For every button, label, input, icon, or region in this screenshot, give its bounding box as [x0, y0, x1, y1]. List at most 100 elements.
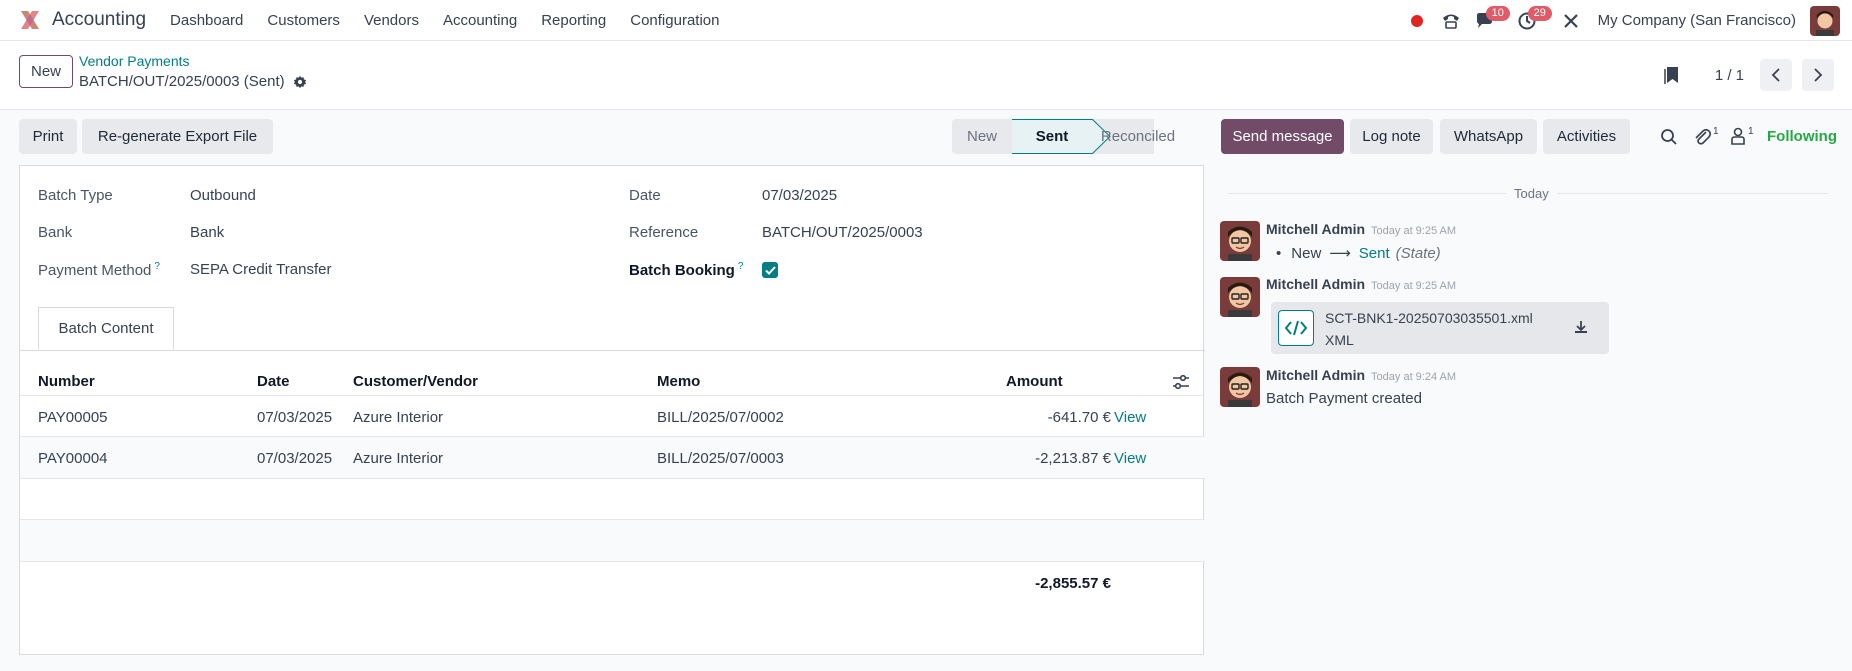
company-switcher[interactable]: My Company (San Francisco): [1598, 12, 1796, 29]
avatar[interactable]: [1220, 277, 1260, 317]
menu-customers[interactable]: Customers: [255, 12, 352, 29]
attachments-count: 1: [1713, 126, 1719, 137]
row-memo: BILL/2025/07/0003: [657, 450, 784, 467]
pager-value[interactable]: 1 / 1: [1715, 67, 1744, 84]
row-date: 07/03/2025: [257, 450, 333, 467]
menu-reporting[interactable]: Reporting: [529, 12, 618, 29]
bookmark-icon[interactable]: [1663, 65, 1681, 85]
user-avatar[interactable]: [1810, 5, 1840, 36]
row-date: 07/03/2025: [257, 409, 333, 426]
author-name[interactable]: Mitchell Admin: [1266, 276, 1365, 292]
help-tooltip[interactable]: ?: [738, 261, 744, 272]
messages-icon[interactable]: 10: [1468, 4, 1510, 38]
column-number[interactable]: Number: [38, 373, 95, 390]
message-author: Mitchell Admin Today at 9:24 AM: [1266, 367, 1456, 383]
regenerate-export-button[interactable]: Re-generate Export File: [82, 119, 273, 154]
record-title: BATCH/OUT/2025/0003 (Sent): [79, 73, 307, 90]
menu-dashboard[interactable]: Dashboard: [158, 12, 255, 29]
send-message-button[interactable]: Send message: [1221, 119, 1344, 154]
top-navbar: Accounting Dashboard Customers Vendors A…: [0, 0, 1852, 41]
status-sent[interactable]: Sent: [1012, 119, 1092, 154]
avatar[interactable]: [1220, 221, 1260, 261]
following-button[interactable]: Following: [1767, 128, 1837, 145]
batch-type-label: Batch Type: [38, 187, 113, 204]
row-partner: Azure Interior: [353, 450, 444, 467]
followers-button[interactable]: 1: [1730, 126, 1754, 146]
app-name[interactable]: Accounting: [52, 9, 146, 31]
arrow-right-icon: ⟶: [1329, 245, 1351, 262]
date-label: Date: [629, 187, 661, 204]
menu-vendors[interactable]: Vendors: [352, 12, 431, 29]
row-divider: [20, 478, 1205, 479]
batch-type-value[interactable]: Outbound: [190, 187, 256, 204]
status-new[interactable]: New: [952, 119, 1012, 154]
status-reconciled[interactable]: Reconciled: [1101, 119, 1175, 154]
chevron-left-icon: [1771, 68, 1780, 82]
pager-previous-button[interactable]: [1760, 59, 1792, 91]
messages-badge: 10: [1485, 5, 1510, 21]
column-date[interactable]: Date: [257, 373, 290, 390]
header-divider: [20, 395, 1205, 396]
pager-next-button[interactable]: [1802, 59, 1834, 91]
paperclip-icon: [1695, 128, 1711, 145]
row-view-link[interactable]: View: [1114, 409, 1146, 426]
avatar[interactable]: [1220, 367, 1260, 407]
tracking-field: (State): [1395, 244, 1441, 262]
breadcrumb-vendor-payments[interactable]: Vendor Payments: [79, 53, 190, 69]
bullet: •: [1276, 244, 1282, 262]
menu-accounting[interactable]: Accounting: [431, 12, 529, 29]
message-author: Mitchell Admin Today at 9:25 AM: [1266, 276, 1456, 292]
accounting-app-icon[interactable]: [18, 8, 42, 32]
message-time: Today at 9:24 AM: [1371, 371, 1457, 383]
column-amount[interactable]: Amount: [1006, 373, 1063, 390]
row-view-link[interactable]: View: [1114, 450, 1146, 467]
payment-method-value[interactable]: SEPA Credit Transfer: [190, 261, 331, 278]
activities-button[interactable]: Activities: [1543, 119, 1630, 154]
row-number: PAY00005: [38, 409, 108, 426]
attachments-button[interactable]: 1: [1693, 126, 1719, 146]
bank-value[interactable]: Bank: [190, 224, 224, 241]
new-record-button[interactable]: New: [19, 55, 74, 88]
pager: 1 / 1: [1663, 59, 1834, 91]
whatsapp-button[interactable]: WhatsApp: [1440, 119, 1537, 154]
optional-columns-icon[interactable]: [1172, 374, 1190, 390]
message-time: Today at 9:25 AM: [1371, 280, 1457, 292]
form-sheet: Batch Type Outbound Bank Bank Payment Me…: [19, 165, 1205, 655]
control-panel: New Vendor Payments BATCH/OUT/2025/0003 …: [0, 41, 1852, 110]
print-button[interactable]: Print: [19, 119, 77, 154]
debug-tools-icon[interactable]: [1554, 4, 1588, 38]
reference-value[interactable]: BATCH/OUT/2025/0003: [762, 224, 923, 241]
column-partner[interactable]: Customer/Vendor: [353, 373, 478, 390]
row-memo: BILL/2025/07/0002: [657, 409, 784, 426]
log-note-button[interactable]: Log note: [1350, 119, 1433, 154]
attachment-card[interactable]: SCT-BNK1-20250703035501.xml XML: [1271, 302, 1609, 354]
tab-batch-content[interactable]: Batch Content: [38, 307, 174, 350]
download-icon[interactable]: [1574, 320, 1588, 334]
search-icon[interactable]: [1660, 128, 1678, 146]
message-time: Today at 9:25 AM: [1371, 225, 1457, 237]
recording-indicator-icon[interactable]: [1400, 4, 1434, 38]
batch-booking-checkbox[interactable]: [762, 262, 778, 278]
batch-booking-label-text: Batch Booking: [629, 262, 735, 279]
payment-method-label-text: Payment Method: [38, 262, 152, 279]
attachment-name: SCT-BNK1-20250703035501.xml: [1325, 310, 1533, 326]
menu-configuration[interactable]: Configuration: [618, 12, 731, 29]
help-tooltip[interactable]: ?: [154, 261, 160, 272]
row-partner: Azure Interior: [353, 409, 444, 426]
column-memo[interactable]: Memo: [657, 373, 700, 390]
gear-icon[interactable]: [293, 75, 307, 89]
empty-row: [20, 520, 1205, 561]
activities-badge: 29: [1527, 5, 1552, 21]
author-name[interactable]: Mitchell Admin: [1266, 367, 1365, 383]
activities-clock-icon[interactable]: 29: [1510, 4, 1552, 38]
author-name[interactable]: Mitchell Admin: [1266, 221, 1365, 237]
date-value[interactable]: 07/03/2025: [762, 187, 837, 204]
status-bar: New Sent Reconciled: [952, 119, 1175, 154]
reference-label: Reference: [629, 224, 699, 241]
chevron-right-icon: [1814, 68, 1823, 82]
phone-icon[interactable]: [1434, 4, 1468, 38]
followers-count: 1: [1748, 126, 1754, 137]
code-file-icon: [1278, 310, 1314, 346]
row-number: PAY00004: [38, 450, 108, 467]
row-amount: -2,213.87 €: [1035, 450, 1111, 467]
